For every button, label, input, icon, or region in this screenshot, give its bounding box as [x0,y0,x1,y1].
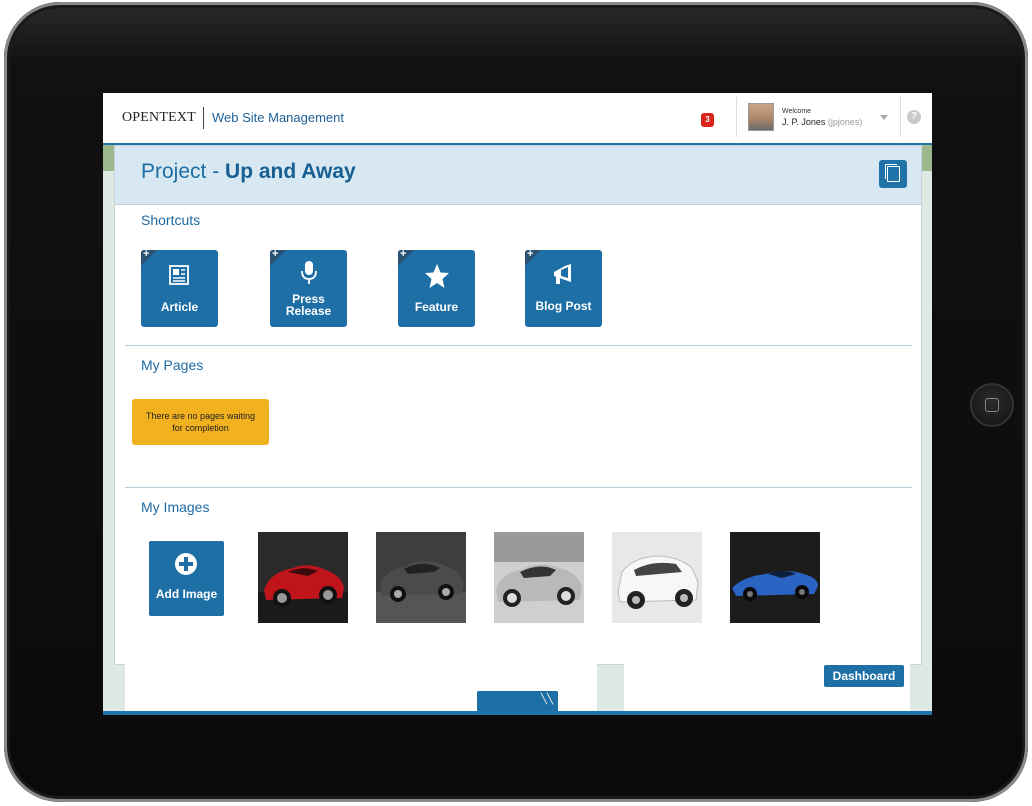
add-circle-icon [175,553,197,575]
shortcut-label: Blog Post [535,299,592,313]
shortcut-label: Feature [414,300,459,314]
my-images-title: My Images [141,499,210,515]
project-prefix: Project - [141,160,226,183]
dashboard-button[interactable]: Dashboard [824,665,904,687]
plus-icon: + [527,250,534,260]
user-name: J. P. Jones [782,117,826,127]
product-name: Web Site Management [212,110,344,125]
add-image-label: Add Image [155,587,218,601]
welcome-label: Welcome [782,108,812,115]
empty-pages-message: There are no pages waiting for completio… [132,399,269,445]
image-thumbnail-silver-car[interactable] [494,532,584,623]
empty-pages-text: There are no pages waiting for completio… [145,411,256,433]
notification-badge[interactable]: 3 [701,113,714,127]
article-icon [169,265,189,285]
project-header: Project - Up and Away [115,146,921,205]
home-button[interactable] [970,383,1014,427]
my-pages-title: My Pages [141,357,204,373]
star-icon [425,264,449,288]
shortcut-press-release-button[interactable]: + Press Release [270,250,347,327]
grip-icon: ╲╲ [540,694,553,705]
user-id: (jpjones) [827,117,863,127]
plus-icon: + [272,250,279,260]
divider [900,97,901,137]
shortcut-label-line2: Release [285,304,332,318]
image-thumbnail-red-car[interactable] [258,532,348,623]
project-panel: Project - Up and Away Shortcuts + Articl… [114,145,922,665]
shortcut-feature-button[interactable]: + Feature [398,250,475,327]
page-title: Project - Up and Away [141,160,356,184]
plus-icon: + [143,250,150,260]
shortcut-blog-post-button[interactable]: + Blog Post [525,250,602,327]
shortcuts-title: Shortcuts [141,212,201,228]
microphone-icon [301,261,317,284]
divider [736,97,737,137]
section-divider [125,487,912,488]
image-thumbnail-white-suv[interactable] [612,532,702,623]
bottom-bar [103,711,932,715]
image-thumbnail-blue-car[interactable] [730,532,820,623]
megaphone-icon [554,264,571,284]
plus-icon: + [400,250,407,260]
image-thumbnail-dark-sedan[interactable] [376,532,466,623]
opentext-logo: OPENTEXT [122,110,196,125]
chevron-down-icon[interactable] [880,115,888,120]
section-divider [125,345,912,346]
app-screen: OPENTEXT Web Site Management 3 Welcome J… [103,93,932,715]
logo-divider [203,107,204,129]
user-menu[interactable]: J. P. Jones (jpjones) [782,117,862,127]
shortcut-article-button[interactable]: + Article [141,250,218,327]
avatar[interactable] [748,103,774,131]
pages-icon[interactable] [879,160,907,188]
background-strip [103,145,114,171]
top-bar: OPENTEXT Web Site Management 3 Welcome J… [103,93,932,145]
shortcut-label: Article [160,300,199,314]
help-icon[interactable]: ? [907,110,921,124]
project-name: Up and Away [225,160,356,183]
add-image-button[interactable]: Add Image [149,541,224,616]
